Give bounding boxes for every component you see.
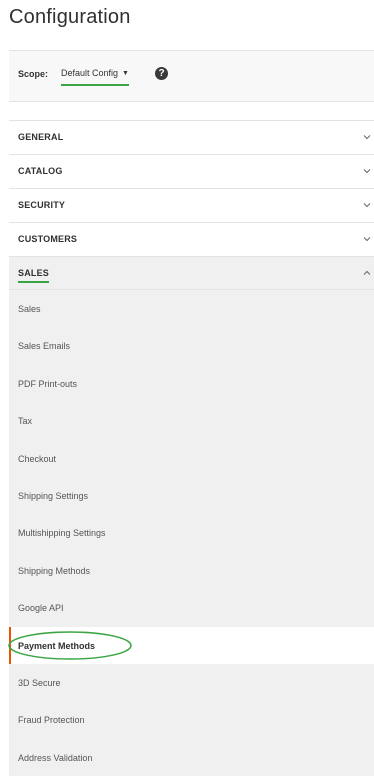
scope-switcher-panel: Scope: Default Config ▼ ? xyxy=(9,50,374,102)
sales-item-shipping-settings[interactable]: Shipping Settings xyxy=(9,477,374,514)
section-customers[interactable]: CUSTOMERS xyxy=(9,222,374,256)
sales-subsection-list: Sales Sales Emails PDF Print-outs Tax Ch… xyxy=(8,290,374,776)
chevron-down-icon xyxy=(363,135,371,140)
sub-item-label: Sales xyxy=(18,304,41,314)
caret-down-icon: ▼ xyxy=(122,70,129,77)
sales-item-shipping-methods[interactable]: Shipping Methods xyxy=(9,552,374,589)
chevron-down-icon xyxy=(363,203,371,208)
section-sales[interactable]: SALES xyxy=(9,256,374,290)
scope-value: Default Config xyxy=(61,68,119,78)
sub-item-label: Google API xyxy=(18,603,64,614)
section-catalog[interactable]: CATALOG xyxy=(9,154,374,188)
chevron-up-icon xyxy=(363,270,371,275)
config-sections: GENERAL CATALOG SECURITY CUSTOMERS SALES… xyxy=(8,120,374,776)
section-label: CUSTOMERS xyxy=(18,234,78,244)
sub-item-label: Sales Emails xyxy=(18,341,71,352)
page-title: Configuration xyxy=(9,6,131,28)
section-label: CATALOG xyxy=(18,166,63,176)
sub-item-label: Multishipping Settings xyxy=(18,528,106,539)
sales-item-multishipping-settings[interactable]: Multishipping Settings xyxy=(9,514,374,551)
chevron-down-icon xyxy=(363,237,371,242)
chevron-down-icon xyxy=(363,169,371,174)
sales-item-tax[interactable]: Tax xyxy=(9,402,374,439)
section-security[interactable]: SECURITY xyxy=(9,188,374,222)
sub-item-label: Fraud Protection xyxy=(18,715,85,726)
sub-item-label: PDF Print-outs xyxy=(18,378,78,389)
sales-item-google-api[interactable]: Google API xyxy=(9,589,374,626)
sub-item-label: 3D Secure xyxy=(18,677,61,688)
sub-item-label: Address Validation xyxy=(18,752,93,763)
sub-item-label: Checkout xyxy=(18,453,57,464)
section-general[interactable]: GENERAL xyxy=(9,120,374,154)
sub-item-label: Tax xyxy=(18,416,33,427)
sub-item-label: Shipping Methods xyxy=(18,565,91,576)
sales-item-payment-methods[interactable]: Payment Methods xyxy=(8,626,374,664)
sales-item-checkout[interactable]: Checkout xyxy=(9,440,374,477)
sales-item-address-validation[interactable]: Address Validation xyxy=(9,739,374,776)
sales-item-sales[interactable]: Sales xyxy=(9,290,374,327)
question-circle-icon[interactable]: ? xyxy=(155,67,168,80)
scope-dropdown[interactable]: Default Config ▼ xyxy=(61,68,129,86)
scope-label: Scope: xyxy=(18,69,49,79)
sales-item-fraud-protection[interactable]: Fraud Protection xyxy=(9,701,374,738)
sub-item-label: Payment Methods xyxy=(18,640,96,651)
section-label: SALES xyxy=(18,268,50,283)
sales-item-3d-secure[interactable]: 3D Secure xyxy=(9,664,374,701)
sales-item-pdf-print-outs[interactable]: PDF Print-outs xyxy=(9,365,374,402)
sub-item-label: Shipping Settings xyxy=(18,490,89,501)
section-label: SECURITY xyxy=(18,200,66,210)
section-label: GENERAL xyxy=(18,132,64,142)
sales-item-sales-emails[interactable]: Sales Emails xyxy=(9,327,374,364)
